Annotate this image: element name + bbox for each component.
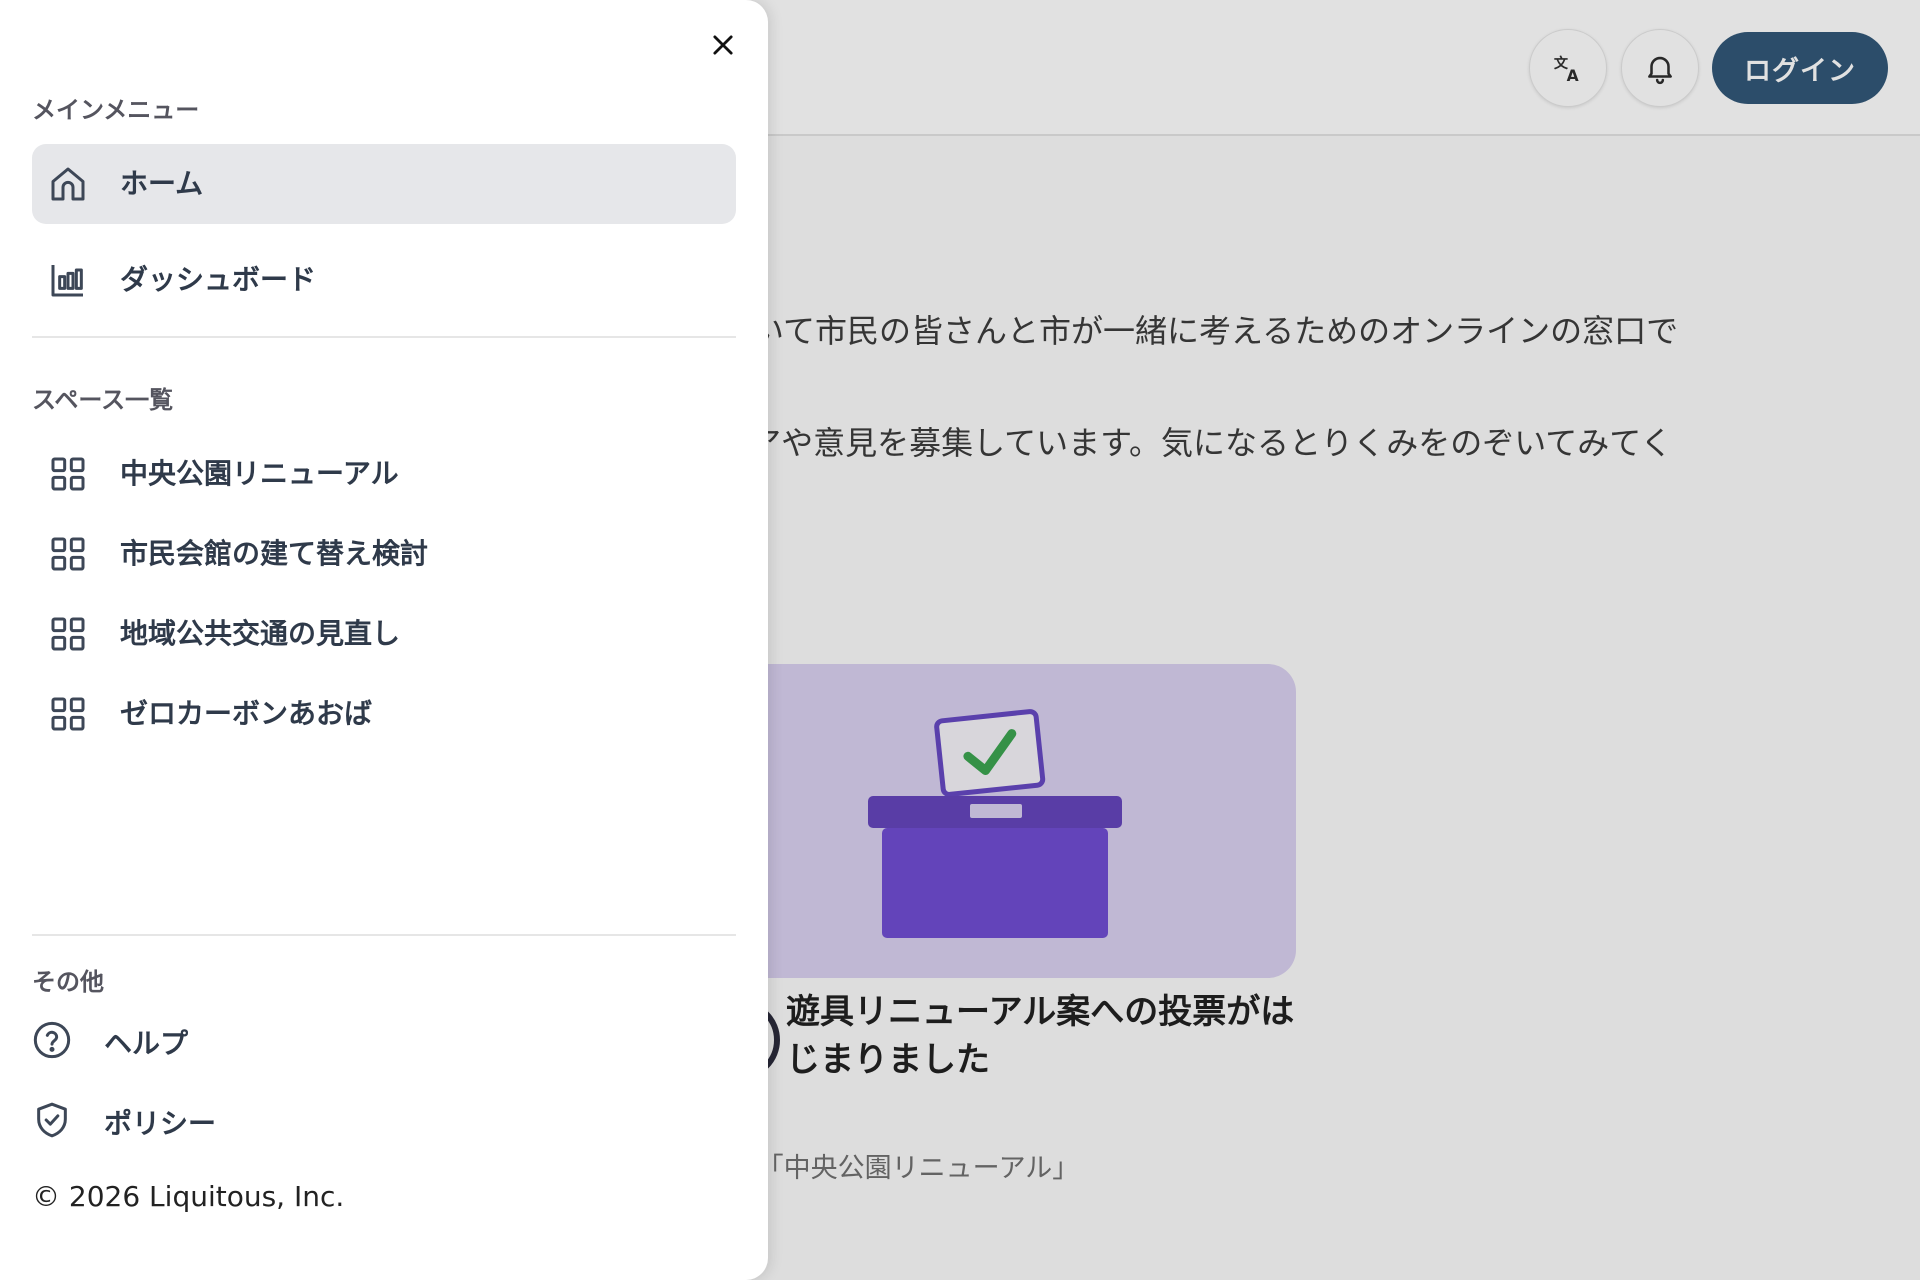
help-circle-icon [32,1020,72,1060]
nav-item-space-civic-hall[interactable]: 市民会館の建て替え検討 [32,514,736,594]
grid-icon [48,454,88,494]
nav-item-label: ダッシュボード [120,263,317,296]
other-heading: その他 [32,968,104,996]
close-button[interactable] [702,24,744,66]
home-icon [48,164,88,204]
nav-item-dashboard[interactable]: ダッシュボード [32,240,736,320]
shield-check-icon [32,1100,72,1140]
nav-item-space-zero-carbon[interactable]: ゼロカーボンあおば [32,674,736,754]
grid-icon [48,614,88,654]
nav-item-home[interactable]: ホーム [32,144,736,224]
nav-item-label: ヘルプ [104,1027,189,1060]
nav-item-label: ホーム [120,167,204,200]
nav-item-label: ポリシー [104,1107,217,1140]
divider [32,336,736,338]
grid-icon [48,534,88,574]
nav-item-policy[interactable]: ポリシー [32,1090,432,1150]
divider [32,934,736,936]
nav-item-label: 中央公園リニューアル [120,457,399,490]
nav-item-label: 地域公共交通の見直し [120,617,401,650]
nav-item-space-public-transit[interactable]: 地域公共交通の見直し [32,594,736,674]
nav-item-help[interactable]: ヘルプ [32,1010,432,1070]
nav-item-label: ゼロカーボンあおば [120,697,373,730]
navigation-drawer: メインメニュー ホーム ダッシュボード スペース一覧 中央公園リニューアル 市民… [0,0,768,1280]
grid-icon [48,694,88,734]
spaces-heading: スペース一覧 [32,386,174,414]
nav-item-space-central-park[interactable]: 中央公園リニューアル [32,434,736,514]
copyright: © 2026 Liquitous, Inc. [32,1180,345,1213]
nav-item-label: 市民会館の建て替え検討 [120,537,429,570]
chart-bar-icon [48,260,88,300]
close-icon [713,35,733,55]
main-menu-heading: メインメニュー [32,96,200,124]
